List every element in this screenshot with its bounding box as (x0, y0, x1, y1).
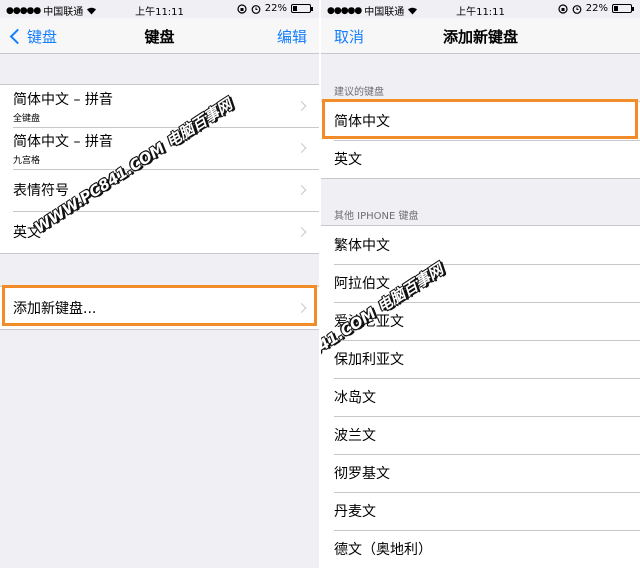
keyboards-screen: ●●●●● 中国联通 上午11:11 22% 键盘 键盘 编辑 简体中文 – 拼… (0, 0, 319, 568)
list-item[interactable]: 英文 (321, 140, 640, 178)
status-bar: ●●●●● 中国联通 上午11:11 22% (321, 0, 640, 18)
orientation-lock-icon (558, 3, 568, 14)
list-item[interactable]: 波兰文 (321, 416, 640, 454)
list-item[interactable]: 简体中文 – 拼音 全键盘 (0, 85, 319, 127)
status-bar: ●●●●● 中国联通 上午11:11 22% (0, 0, 319, 18)
other-keyboard-list: 繁体中文 阿拉伯文 爱沙尼亚文 保加利亚文 冰岛文 波兰文 彻罗基文 丹麦文 德… (321, 225, 640, 568)
page-title: 键盘 (144, 28, 175, 46)
edit-button[interactable]: 编辑 (277, 26, 307, 47)
list-item[interactable]: 保加利亚文 (321, 340, 640, 378)
page-title: 添加新键盘 (442, 28, 518, 46)
alarm-icon (572, 4, 582, 14)
battery-percent: 22% (585, 3, 608, 14)
battery-icon (291, 4, 313, 13)
alarm-icon (251, 4, 261, 14)
navigation-bar: 键盘 键盘 编辑 (0, 18, 319, 54)
add-keyboard-screen: ●●●●● 中国联通 上午11:11 22% 取消 添加新键盘 建议的键盘 简体… (321, 0, 640, 568)
add-keyboard-group: 添加新键盘... (0, 286, 319, 330)
list-item[interactable]: 阿拉伯文 (321, 264, 640, 302)
list-item[interactable]: 德文（奥地利） (321, 530, 640, 568)
list-item[interactable]: 表情符号 (0, 169, 319, 211)
battery-percent: 22% (264, 3, 287, 14)
suggested-keyboard-list: 简体中文 英文 (321, 101, 640, 179)
list-item[interactable]: 简体中文 (321, 102, 640, 140)
section-header-suggested: 建议的键盘 (334, 87, 384, 98)
battery-icon (612, 4, 634, 13)
section-header-other: 其他 IPHONE 键盘 (334, 211, 419, 222)
orientation-lock-icon (237, 3, 247, 14)
list-item[interactable]: 丹麦文 (321, 492, 640, 530)
list-item[interactable]: 彻罗基文 (321, 454, 640, 492)
list-item[interactable]: 繁体中文 (321, 226, 640, 264)
navigation-bar: 取消 添加新键盘 (321, 18, 640, 54)
add-new-keyboard-button[interactable]: 添加新键盘... (0, 287, 319, 329)
list-item[interactable]: 冰岛文 (321, 378, 640, 416)
